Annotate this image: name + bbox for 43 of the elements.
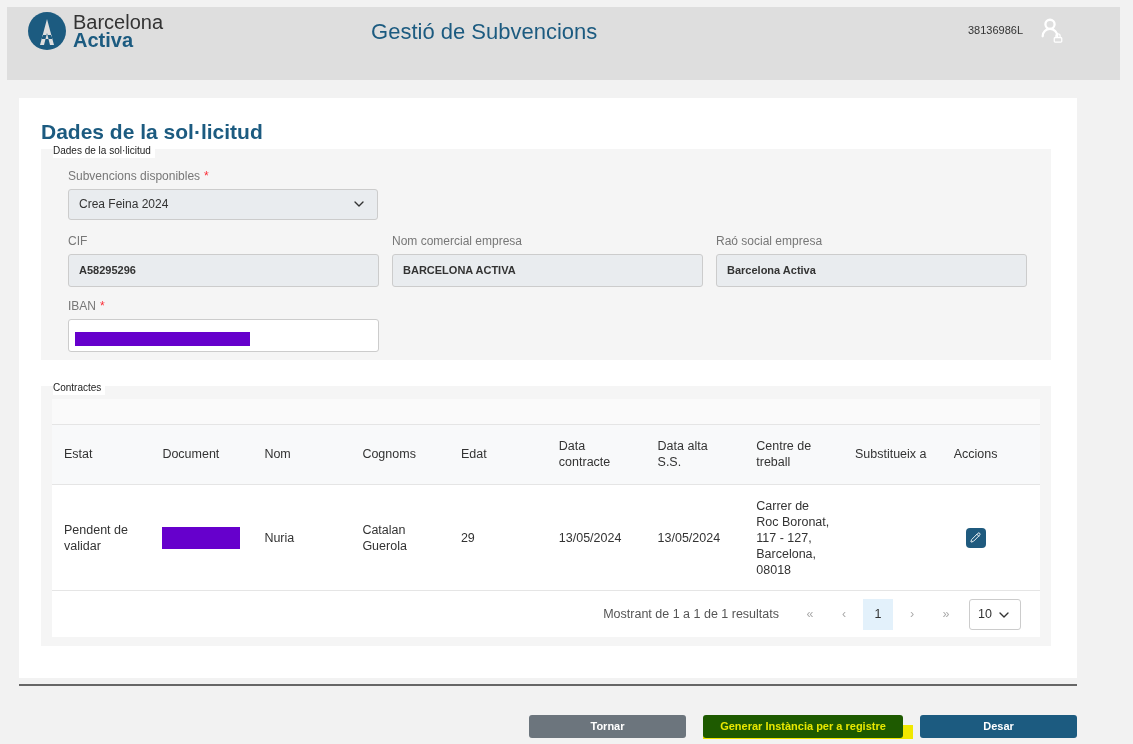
- page-size-select[interactable]: 10: [969, 599, 1021, 630]
- page-button[interactable]: 1: [863, 599, 893, 630]
- select-field[interactable]: Crea Feina 2024: [68, 188, 378, 220]
- required-mark: *: [204, 167, 209, 185]
- column-header: Substitueix a: [854, 446, 927, 463]
- page-title: Dades de la sol·licitud: [41, 119, 264, 145]
- logo-text: Activa: [73, 31, 135, 49]
- pencil-icon: [970, 532, 982, 543]
- field-label: Nom comercial empresa: [392, 232, 523, 250]
- input-field[interactable]: BARCELONA ACTIVA: [392, 253, 703, 287]
- table-cell-text: Nuria: [264, 529, 296, 546]
- column-header: Data contracte: [558, 438, 612, 471]
- action-button[interactable]: Desar: [920, 714, 1077, 738]
- column-header: Nom: [264, 446, 292, 463]
- action-button[interactable]: Tornar: [529, 714, 686, 738]
- input-field[interactable]: A58295296: [68, 253, 379, 287]
- user-id: 38136986L: [967, 23, 1023, 38]
- column-header: Edat: [460, 446, 488, 463]
- field-label: IBAN: [68, 297, 96, 315]
- column-header: Accions: [953, 446, 999, 463]
- table-cell-text: 13/05/2024: [657, 529, 722, 546]
- input-field[interactable]: [68, 318, 379, 352]
- table-cell-text: 13/05/2024: [558, 529, 623, 546]
- logo-text: Barcelona: [73, 13, 164, 31]
- column-header: Centre de treball: [756, 438, 813, 471]
- column-header: Estat: [64, 446, 94, 463]
- action-button[interactable]: Generar Instància per a registre: [703, 714, 903, 738]
- edit-button[interactable]: [965, 527, 986, 548]
- field-label: CIF: [68, 232, 88, 250]
- table-cell-text: Pendent de validar: [64, 521, 129, 554]
- field-label: Subvencions disponibles: [68, 167, 201, 185]
- column-header: Document: [162, 446, 221, 463]
- required-mark: *: [100, 297, 105, 315]
- table-cell-text: Catalan Guerola: [362, 521, 408, 554]
- table-cell: Carrer de Roc Boronat, 117 - 127, Barcelona, 08018: [756, 497, 831, 578]
- column-header: Data alta S.S.: [657, 438, 709, 471]
- table-cell-text: 29: [460, 529, 476, 546]
- field-label: Raó social empresa: [716, 232, 823, 250]
- app-title: Gestió de Subvencions: [371, 18, 598, 46]
- results-summary: Mostrant de 1 a 1 de 1 resultats: [603, 606, 779, 624]
- logo-icon: [27, 11, 67, 51]
- input-field[interactable]: Barcelona Activa: [716, 253, 1027, 287]
- column-header: Cognoms: [362, 446, 417, 463]
